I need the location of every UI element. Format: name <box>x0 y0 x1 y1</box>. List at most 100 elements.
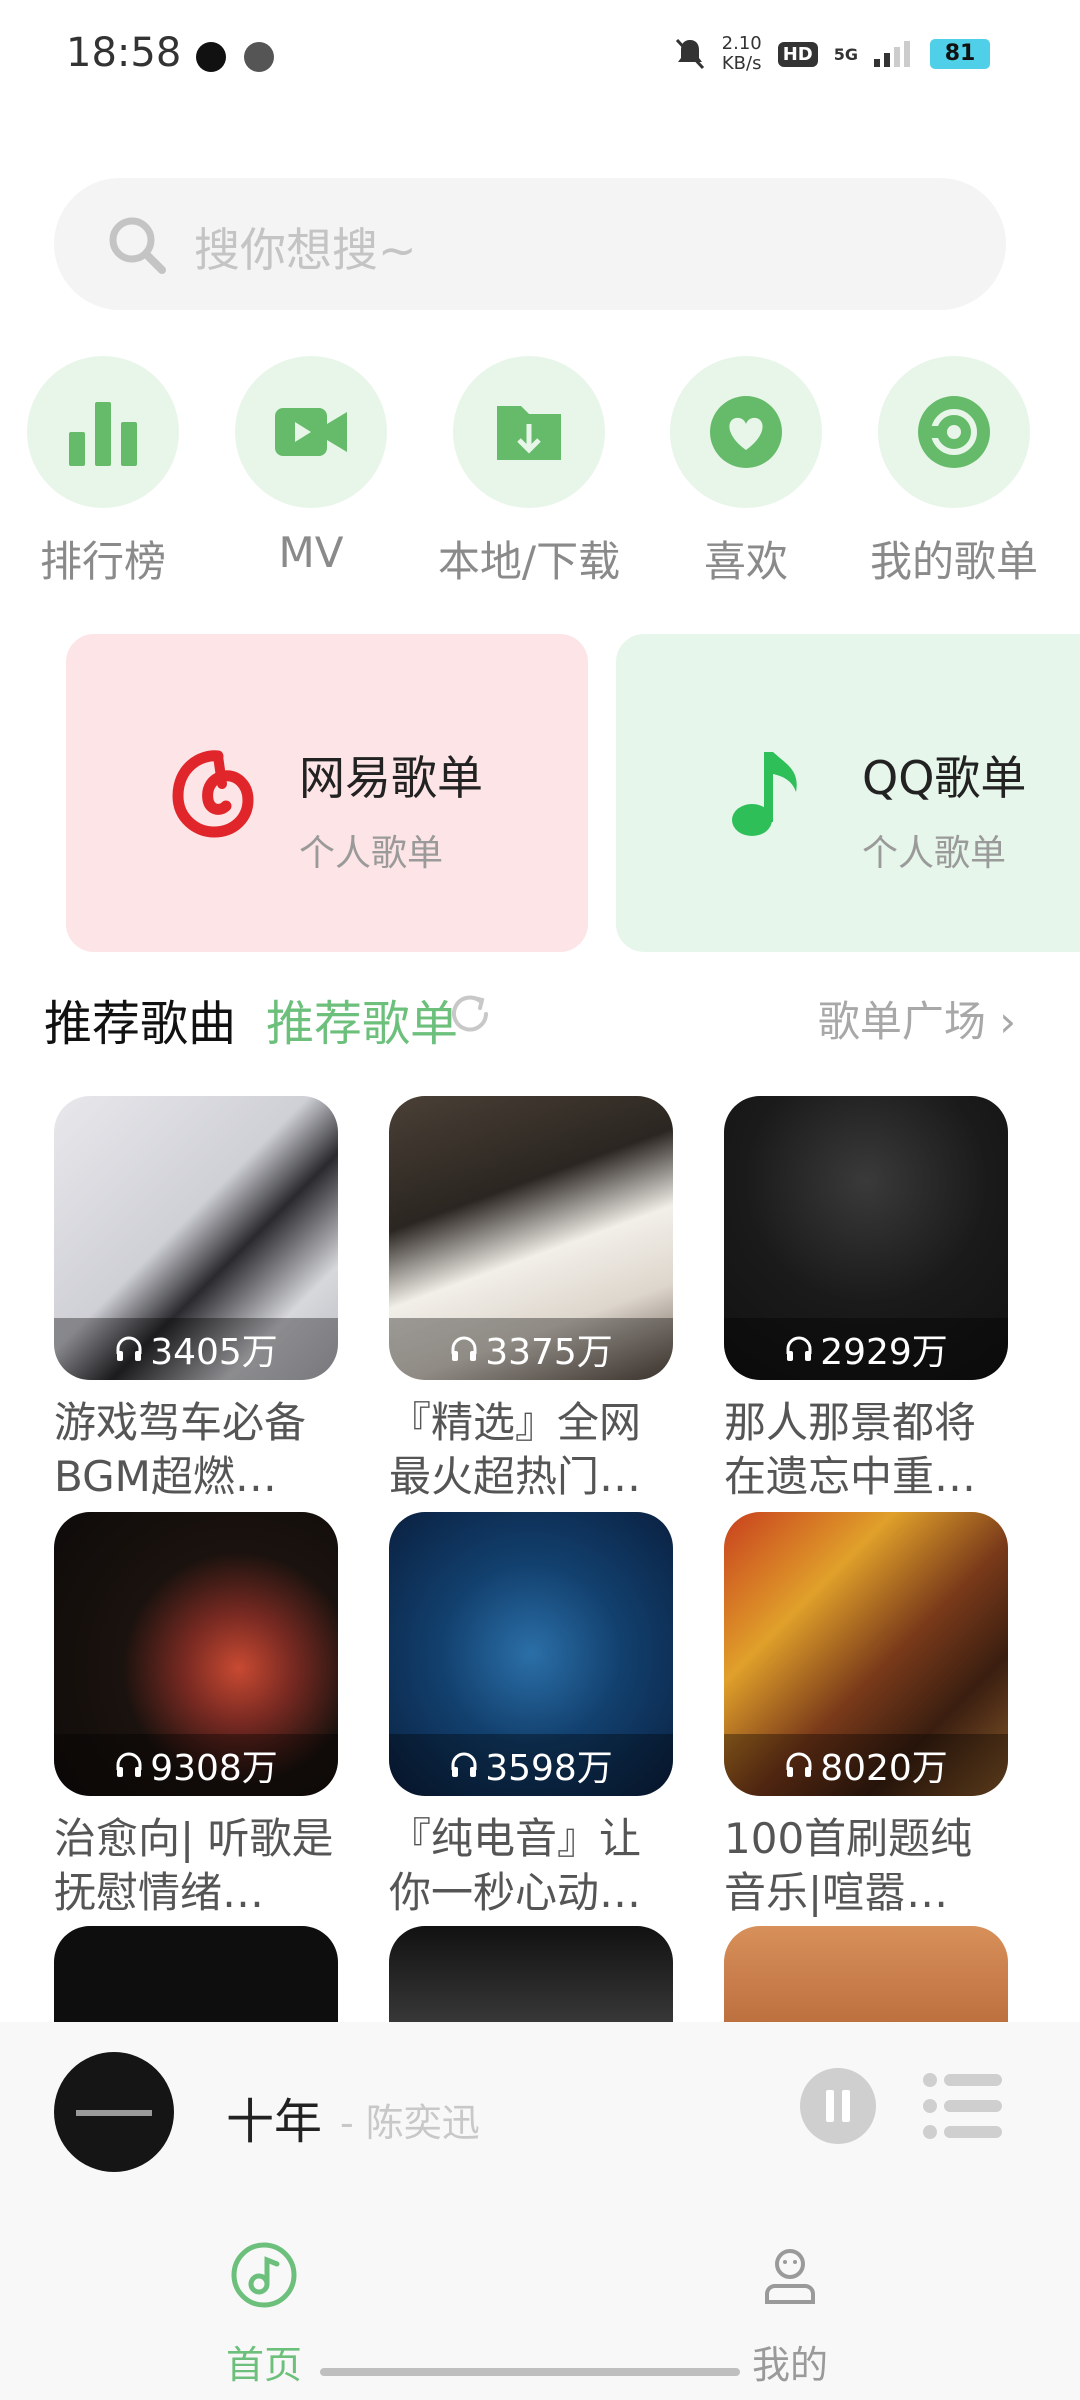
search-bar[interactable]: 搜你想搜~ <box>54 178 1006 310</box>
qq-card-title: QQ歌单 <box>862 751 1027 805</box>
headphones-icon <box>451 1336 477 1361</box>
quick-entry-like[interactable]: 喜欢 <box>636 356 856 589</box>
quick-entry-label: MV <box>278 528 344 577</box>
quick-entry-download[interactable]: 本地/下载 <box>419 356 639 589</box>
song-cover <box>389 1926 673 2022</box>
song-cover: 8020万 <box>724 1512 1008 1796</box>
heart-icon <box>710 396 782 468</box>
headphones-icon <box>786 1336 812 1361</box>
nav-home-label: 首页 <box>225 2343 302 2387</box>
quick-entry-label: 我的歌单 <box>869 537 1038 586</box>
app-notification-icon <box>196 42 226 72</box>
pause-button[interactable] <box>800 2068 876 2144</box>
home-indicator[interactable] <box>320 2368 740 2376</box>
headphones-icon <box>116 1336 142 1361</box>
refresh-icon[interactable] <box>446 990 494 1038</box>
netease-card-title: 网易歌单 <box>299 751 483 805</box>
now-playing-artist: - 陈奕迅 <box>340 2101 480 2145</box>
playlist-square-link[interactable]: 歌单广场 › <box>818 988 1016 1049</box>
song-cover <box>724 1926 1008 2022</box>
song-card-partial[interactable] <box>389 1926 673 2022</box>
song-card[interactable]: 2929万 那人那景都将在遗忘中重… <box>724 1096 1008 1504</box>
playlist-icon[interactable] <box>922 2072 1004 2140</box>
mini-player[interactable]: 十年 - 陈奕迅 <box>0 2022 1080 2212</box>
song-cover: 3375万 <box>389 1096 673 1380</box>
home-music-icon <box>231 2242 297 2308</box>
play-count: 2929万 <box>724 1318 1008 1380</box>
video-camera-icon <box>275 408 347 456</box>
app-notification-icon-2 <box>244 42 274 72</box>
disc-icon <box>918 396 990 468</box>
status-bar: 18:58 2.10 KB/s HD 5G 81 <box>0 0 1080 110</box>
headphones-icon <box>786 1752 812 1777</box>
network-speed: 2.10 KB/s <box>721 33 762 74</box>
headphones-icon <box>116 1752 142 1777</box>
hd-badge: HD <box>777 41 818 67</box>
search-placeholder: 搜你想搜~ <box>194 223 417 277</box>
quick-entry-rank[interactable]: 排行榜 <box>0 356 213 589</box>
status-indicators: 2.10 KB/s HD 5G 81 <box>674 34 990 74</box>
netease-logo-icon <box>172 750 254 838</box>
play-count: 3598万 <box>389 1734 673 1796</box>
now-playing-cover[interactable] <box>54 2052 174 2172</box>
tab-recommended-playlists[interactable]: 推荐歌单 <box>266 984 458 1054</box>
like-circle <box>670 356 822 508</box>
quick-entry-label: 排行榜 <box>39 537 166 586</box>
nav-home[interactable]: 首页 <box>164 2212 364 2389</box>
song-title: 『精选』全网最火超热门… <box>389 1398 642 1501</box>
song-title: 『纯电音』让你一秒心动… <box>389 1814 642 1917</box>
song-title: 那人那景都将在遗忘中重… <box>724 1398 977 1501</box>
play-count: 9308万 <box>54 1734 338 1796</box>
pause-icon <box>826 2090 850 2122</box>
rank-circle <box>27 356 179 508</box>
cover-image <box>389 1926 673 2022</box>
song-card-partial[interactable] <box>724 1926 1008 2022</box>
mv-circle <box>235 356 387 508</box>
netease-playlist-card[interactable]: 网易歌单 个人歌单 <box>66 634 588 952</box>
song-card[interactable]: 3375万 『精选』全网最火超热门… <box>389 1096 673 1504</box>
play-count-value: 8020万 <box>820 1748 948 1789</box>
song-card-partial[interactable] <box>54 1926 338 2022</box>
quick-entry-label: 本地/下载 <box>437 537 621 586</box>
signal-icon <box>874 41 910 67</box>
play-count-value: 3375万 <box>485 1332 613 1373</box>
nav-mine[interactable]: 我的 <box>690 2212 890 2389</box>
play-count-value: 2929万 <box>820 1332 948 1373</box>
download-folder-icon <box>497 406 561 460</box>
search-icon <box>109 217 166 274</box>
song-cover: 9308万 <box>54 1512 338 1796</box>
quick-entry-mv[interactable]: MV <box>201 356 421 577</box>
song-title: 治愈向| 听歌是抚慰情绪… <box>54 1814 334 1917</box>
song-cover <box>54 1926 338 2022</box>
cover-image <box>54 1926 338 2022</box>
bar-chart-icon <box>69 402 137 466</box>
song-cover: 3405万 <box>54 1096 338 1380</box>
download-circle <box>453 356 605 508</box>
play-count-value: 3598万 <box>485 1748 613 1789</box>
headphones-icon <box>451 1752 477 1777</box>
cover-image <box>724 1926 1008 2022</box>
mute-bell-icon <box>675 38 704 70</box>
song-card[interactable]: 3405万 游戏驾车必备BGM超燃… <box>54 1096 338 1504</box>
quick-entry-my-playlist[interactable]: 我的歌单 <box>844 356 1064 589</box>
play-count-value: 9308万 <box>150 1748 278 1789</box>
song-card[interactable]: 8020万 100首刷题纯音乐|喧嚣… <box>724 1512 1008 1920</box>
tab-recommended-songs[interactable]: 推荐歌曲 <box>44 984 236 1054</box>
music-note-icon <box>732 752 797 836</box>
my-playlist-circle <box>878 356 1030 508</box>
song-cover: 2929万 <box>724 1096 1008 1380</box>
qq-card-subtitle: 个人歌单 <box>862 833 1007 874</box>
play-count: 8020万 <box>724 1734 1008 1796</box>
quick-entry-label: 喜欢 <box>703 537 788 586</box>
qq-playlist-card[interactable]: QQ歌单 个人歌单 <box>616 634 1080 952</box>
song-title: 游戏驾车必备BGM超燃… <box>54 1398 307 1501</box>
network-type: 5G <box>833 44 858 64</box>
battery-indicator: 81 <box>930 39 990 69</box>
play-count: 3375万 <box>389 1318 673 1380</box>
song-card[interactable]: 3598万 『纯电音』让你一秒心动… <box>389 1512 673 1920</box>
song-cover: 3598万 <box>389 1512 673 1796</box>
play-count: 3405万 <box>54 1318 338 1380</box>
netease-card-subtitle: 个人歌单 <box>299 833 444 874</box>
song-title: 100首刷题纯音乐|喧嚣… <box>724 1814 973 1917</box>
song-card[interactable]: 9308万 治愈向| 听歌是抚慰情绪… <box>54 1512 338 1920</box>
